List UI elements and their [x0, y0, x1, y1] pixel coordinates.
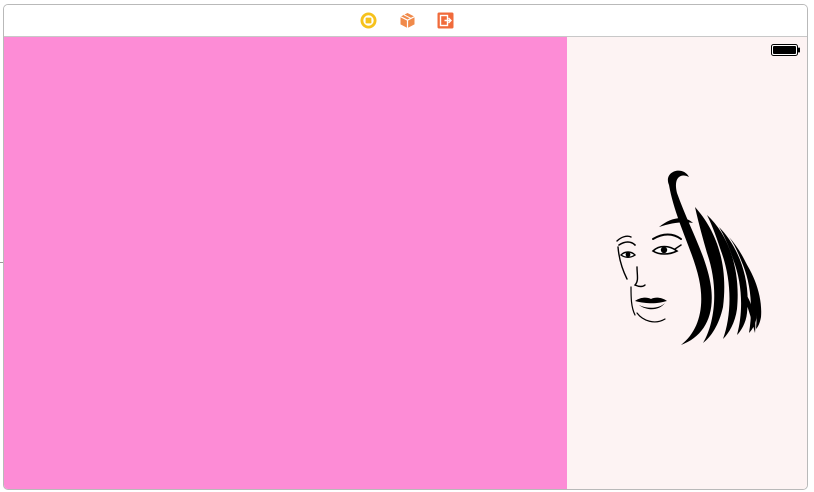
- storyboard-scene[interactable]: [3, 4, 808, 490]
- first-responder-icon[interactable]: [399, 12, 416, 29]
- woman-face-silhouette: [611, 167, 771, 352]
- view-canvas: [4, 37, 807, 489]
- exit-icon[interactable]: [437, 12, 454, 29]
- scene-dock: [4, 5, 807, 37]
- battery-full-icon: [771, 43, 801, 56]
- pink-view[interactable]: [4, 37, 567, 489]
- view-controller-icon[interactable]: [360, 12, 377, 29]
- right-view[interactable]: [567, 37, 807, 489]
